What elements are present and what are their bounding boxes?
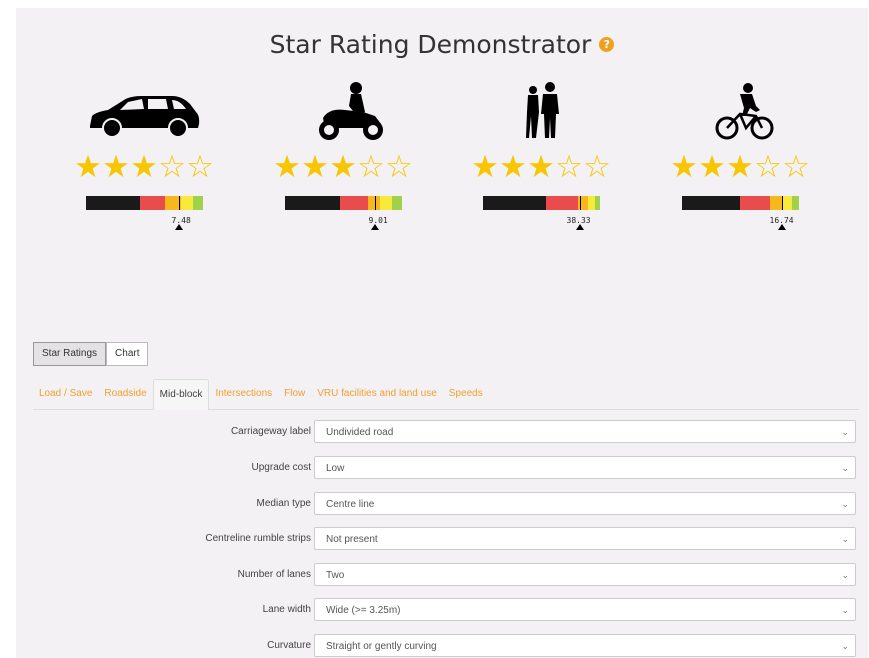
form-row-curvature: Curvature Straight or gently curving ⌄ — [33, 634, 859, 658]
carriageway-select[interactable]: Undivided road ⌄ — [314, 420, 856, 443]
median-type-label: Median type — [256, 498, 311, 509]
median-type-select[interactable]: Centre line ⌄ — [314, 492, 856, 515]
score-value: 9.01 — [368, 216, 388, 225]
star-filled-icon: ★ — [499, 149, 527, 184]
tab-roadside[interactable]: Roadside — [98, 379, 152, 409]
risk-bar: 7.48 — [85, 196, 203, 230]
star-empty-icon: ☆ — [357, 149, 385, 184]
chevron-down-icon: ⌄ — [841, 605, 849, 615]
number-of-lanes-select[interactable]: Two ⌄ — [314, 563, 856, 586]
star-filled-icon: ★ — [273, 149, 301, 184]
star-ratings-button[interactable]: Star Ratings — [33, 342, 107, 366]
number-of-lanes-label: Number of lanes — [237, 569, 311, 580]
star-empty-icon: ☆ — [583, 149, 611, 184]
chevron-down-icon: ⌄ — [841, 534, 849, 544]
chevron-down-icon: ⌄ — [841, 570, 849, 580]
curvature-select[interactable]: Straight or gently curving ⌄ — [314, 634, 856, 657]
star-empty-icon: ☆ — [754, 149, 782, 184]
road-user-motorcycle: ★★★☆☆ 9.01 — [268, 82, 418, 230]
tab-vru-facilities[interactable]: VRU facilities and land use — [311, 379, 443, 409]
curvature-label: Curvature — [267, 640, 311, 651]
risk-bar: 16.74 — [681, 196, 799, 230]
tab-mid-block[interactable]: Mid-block — [152, 379, 210, 410]
number-of-lanes-value: Two — [326, 570, 345, 581]
star-rating-page: Star Rating Demonstrator? ★★★☆☆ 7.48 ★★★… — [16, 8, 868, 658]
score-value: 16.74 — [769, 216, 794, 225]
star-rating: ★★★☆☆ — [268, 150, 418, 184]
star-rating: ★★★☆☆ — [466, 150, 616, 184]
star-filled-icon: ★ — [301, 149, 329, 184]
star-empty-icon: ☆ — [555, 149, 583, 184]
form-row-upgrade-cost: Upgrade cost Low ⌄ — [33, 456, 859, 480]
page-title: Star Rating Demonstrator? — [16, 30, 868, 59]
rumble-strips-value: Not present — [326, 534, 378, 545]
help-icon[interactable]: ? — [599, 36, 615, 52]
star-filled-icon: ★ — [471, 149, 499, 184]
form-row-number-of-lanes: Number of lanes Two ⌄ — [33, 563, 859, 587]
star-empty-icon: ☆ — [385, 149, 413, 184]
chevron-down-icon: ⌄ — [841, 499, 849, 509]
star-empty-icon: ☆ — [782, 149, 810, 184]
road-user-car: ★★★☆☆ 7.48 — [69, 82, 219, 230]
road-user-pedestrian: ★★★☆☆ 38.33 — [466, 82, 616, 230]
form-row-lane-width: Lane width Wide (>= 3.25m) ⌄ — [33, 598, 859, 622]
rumble-strips-label: Centreline rumble strips — [205, 533, 311, 544]
bicycle-icon — [715, 83, 774, 140]
carriageway-value: Undivided road — [326, 427, 394, 438]
page-title-text: Star Rating Demonstrator — [269, 30, 592, 59]
score-value: 7.48 — [171, 216, 191, 225]
star-empty-icon: ☆ — [158, 149, 186, 184]
star-filled-icon: ★ — [670, 149, 698, 184]
view-toggle: Star Ratings Chart — [33, 342, 149, 366]
star-filled-icon: ★ — [130, 149, 158, 184]
car-icon — [90, 96, 200, 138]
lane-width-select[interactable]: Wide (>= 3.25m) ⌄ — [314, 598, 856, 621]
section-tabs: Load / Save Roadside Mid-block Intersect… — [33, 379, 859, 410]
chevron-down-icon: ⌄ — [841, 463, 849, 473]
upgrade-cost-label: Upgrade cost — [251, 462, 311, 473]
lane-width-label: Lane width — [262, 604, 311, 615]
median-type-value: Centre line — [326, 499, 375, 510]
tab-speeds[interactable]: Speeds — [443, 379, 489, 409]
star-filled-icon: ★ — [74, 149, 102, 184]
chevron-down-icon: ⌄ — [841, 427, 849, 437]
road-user-bicycle: ★★★☆☆ 16.74 — [665, 82, 815, 230]
star-filled-icon: ★ — [527, 149, 555, 184]
form-row-carriageway: Carriageway label Undivided road ⌄ — [33, 420, 859, 444]
tab-flow[interactable]: Flow — [278, 379, 311, 409]
motorcycle-icon — [319, 82, 383, 140]
rumble-strips-select[interactable]: Not present ⌄ — [314, 527, 856, 550]
star-filled-icon: ★ — [102, 149, 130, 184]
score-value: 38.33 — [566, 216, 591, 225]
chart-button[interactable]: Chart — [106, 342, 149, 366]
upgrade-cost-select[interactable]: Low ⌄ — [314, 456, 856, 479]
form-row-median-type: Median type Centre line ⌄ — [33, 492, 859, 516]
star-rating: ★★★☆☆ — [69, 150, 219, 184]
upgrade-cost-value: Low — [326, 463, 345, 474]
form-row-rumble-strips: Centreline rumble strips Not present ⌄ — [33, 527, 859, 551]
pedestrian-icon — [526, 82, 559, 138]
tab-load-save[interactable]: Load / Save — [33, 379, 98, 409]
risk-bar: 38.33 — [482, 196, 600, 230]
lane-width-value: Wide (>= 3.25m) — [326, 605, 401, 616]
chevron-down-icon: ⌄ — [841, 641, 849, 651]
risk-bar: 9.01 — [284, 196, 402, 230]
star-filled-icon: ★ — [329, 149, 357, 184]
star-filled-icon: ★ — [726, 149, 754, 184]
curvature-value: Straight or gently curving — [326, 641, 437, 652]
star-rating: ★★★☆☆ — [665, 150, 815, 184]
star-filled-icon: ★ — [698, 149, 726, 184]
carriageway-label: Carriageway label — [230, 426, 311, 437]
tab-intersections[interactable]: Intersections — [209, 379, 278, 409]
star-empty-icon: ☆ — [186, 149, 214, 184]
